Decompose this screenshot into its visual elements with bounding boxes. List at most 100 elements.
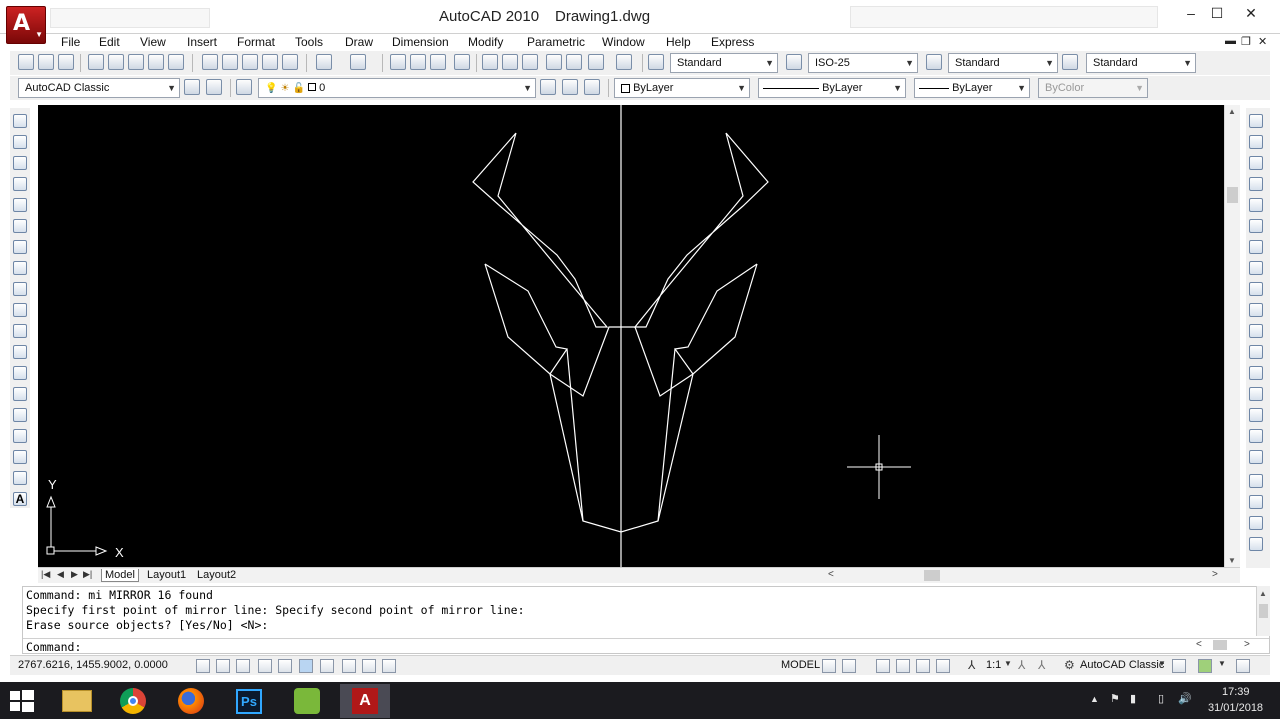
scroll-thumb[interactable]: [1227, 187, 1238, 203]
layer-properties-icon[interactable]: [236, 79, 252, 95]
save-icon[interactable]: [58, 54, 74, 70]
color-select[interactable]: ByLayer ▼: [614, 78, 750, 98]
rectangle-icon[interactable]: [13, 198, 27, 212]
snap-mode-icon[interactable]: [216, 659, 230, 673]
polar-tracking-icon[interactable]: [278, 659, 292, 673]
linetype-select[interactable]: ByLayer ▼: [758, 78, 906, 98]
save-workspace-icon[interactable]: [206, 79, 222, 95]
auto-scale-icon[interactable]: ⅄: [1038, 658, 1045, 672]
infocenter-search-input[interactable]: [850, 6, 1158, 28]
insert-block-icon[interactable]: [13, 345, 27, 359]
copy-icon[interactable]: [222, 54, 238, 70]
stretch-icon[interactable]: [1249, 282, 1263, 296]
tab-layout1[interactable]: Layout1: [144, 569, 189, 581]
clean-screen-icon[interactable]: [1236, 659, 1250, 673]
annotation-visibility-icon[interactable]: ⅄: [1018, 658, 1025, 672]
workspace-settings-icon[interactable]: [184, 79, 200, 95]
zoom-window-icon[interactable]: [430, 54, 446, 70]
quick-view-drawings-icon[interactable]: [842, 659, 856, 673]
chevron-down-icon[interactable]: ▼: [1218, 659, 1226, 668]
zoom-previous-icon[interactable]: [454, 54, 470, 70]
layer-states-icon[interactable]: [584, 79, 600, 95]
break-at-point-icon[interactable]: [1249, 345, 1263, 359]
plot-icon[interactable]: [88, 54, 104, 70]
battery-icon[interactable]: ▯: [1158, 692, 1164, 705]
menu-modify[interactable]: Modify: [468, 35, 503, 49]
polyline-icon[interactable]: [13, 156, 27, 170]
region-icon[interactable]: [13, 450, 27, 464]
close-button[interactable]: ✕: [1236, 2, 1266, 24]
menu-view[interactable]: View: [140, 35, 166, 49]
scroll-left-icon[interactable]: <: [828, 569, 834, 580]
chevron-down-icon[interactable]: ▼: [1004, 659, 1012, 668]
ellipse-arc-icon[interactable]: [13, 324, 27, 338]
menu-tools[interactable]: Tools: [295, 35, 323, 49]
line-icon[interactable]: [13, 114, 27, 128]
layer-previous-icon[interactable]: [562, 79, 578, 95]
next-tab-icon[interactable]: ▶: [71, 569, 78, 580]
command-window[interactable]: Command: mi MIRROR 16 found Specify firs…: [22, 586, 1270, 654]
scroll-up-icon[interactable]: ▲: [1259, 589, 1267, 598]
first-tab-icon[interactable]: |◀: [41, 569, 50, 580]
paste-icon[interactable]: [242, 54, 258, 70]
rotate-icon[interactable]: [1249, 240, 1263, 254]
design-center-icon[interactable]: [502, 54, 518, 70]
quick-access-toolbar[interactable]: [50, 8, 210, 28]
scroll-down-icon[interactable]: ▼: [1228, 556, 1236, 565]
multiline-text-icon[interactable]: A: [13, 492, 27, 506]
infer-constraints-icon[interactable]: [196, 659, 210, 673]
revision-cloud-icon[interactable]: [13, 261, 27, 275]
prev-tab-icon[interactable]: ◀: [57, 569, 64, 580]
multileader-style-select[interactable]: Standard ▼: [1086, 53, 1196, 73]
pan-status-icon[interactable]: [876, 659, 890, 673]
menu-window[interactable]: Window: [602, 35, 645, 49]
fillet-icon[interactable]: [1249, 429, 1263, 443]
polygon-icon[interactable]: [13, 177, 27, 191]
trim-icon[interactable]: [1249, 303, 1263, 317]
mirror-icon[interactable]: [1249, 156, 1263, 170]
model-space-toggle[interactable]: MODEL: [781, 659, 820, 671]
help-icon[interactable]: [616, 54, 632, 70]
text-style-select[interactable]: Standard ▼: [670, 53, 778, 73]
cmd-scroll-left-icon[interactable]: <: [1196, 639, 1202, 650]
text-style-icon[interactable]: [648, 54, 664, 70]
properties-icon[interactable]: [482, 54, 498, 70]
extend-icon[interactable]: [1249, 324, 1263, 338]
object-snap-icon[interactable]: [299, 659, 313, 673]
pan-icon[interactable]: [390, 54, 406, 70]
menu-help[interactable]: Help: [666, 35, 691, 49]
object-snap-tracking-icon[interactable]: [320, 659, 334, 673]
etransmit-icon[interactable]: [168, 54, 184, 70]
taskbar-autocad[interactable]: A: [340, 684, 390, 718]
break-icon[interactable]: [1249, 366, 1263, 380]
layer-select[interactable]: 💡 ☀ 🔓 0 ▼: [258, 78, 536, 98]
vertical-scrollbar[interactable]: ▲ ▼: [1224, 105, 1240, 567]
menu-edit[interactable]: Edit: [99, 35, 120, 49]
dynamic-ucs-icon[interactable]: [342, 659, 356, 673]
doc-minimize-button[interactable]: ▬: [1225, 35, 1236, 47]
redo-icon[interactable]: [350, 54, 366, 70]
menu-express[interactable]: Express: [711, 35, 754, 49]
dim-style-select[interactable]: ISO-25 ▼: [808, 53, 918, 73]
ortho-mode-icon[interactable]: [258, 659, 272, 673]
chevron-down-icon[interactable]: ▼: [1158, 659, 1166, 668]
bring-above-icon[interactable]: [1249, 516, 1263, 530]
toolbar-lock-icon[interactable]: [1172, 659, 1186, 673]
volume-icon[interactable]: 🔊: [1178, 692, 1192, 705]
annotation-scale-value[interactable]: 1:1: [986, 659, 1001, 671]
markup-icon[interactable]: [566, 54, 582, 70]
steering-wheel-icon[interactable]: [916, 659, 930, 673]
clock-time[interactable]: 17:39: [1222, 686, 1250, 698]
sheet-set-icon[interactable]: [546, 54, 562, 70]
quick-view-layouts-icon[interactable]: [822, 659, 836, 673]
taskbar-camtasia[interactable]: [282, 684, 332, 718]
array-icon[interactable]: [1249, 198, 1263, 212]
drawing-canvas[interactable]: X Y: [38, 105, 1224, 567]
coordinate-readout[interactable]: 2767.6216, 1455.9002, 0.0000: [18, 659, 168, 671]
construction-line-icon[interactable]: [13, 135, 27, 149]
spline-icon[interactable]: [13, 282, 27, 296]
offset-icon[interactable]: [1249, 177, 1263, 191]
grid-display-icon[interactable]: [236, 659, 250, 673]
tab-layout2[interactable]: Layout2: [194, 569, 239, 581]
ellipse-icon[interactable]: [13, 303, 27, 317]
